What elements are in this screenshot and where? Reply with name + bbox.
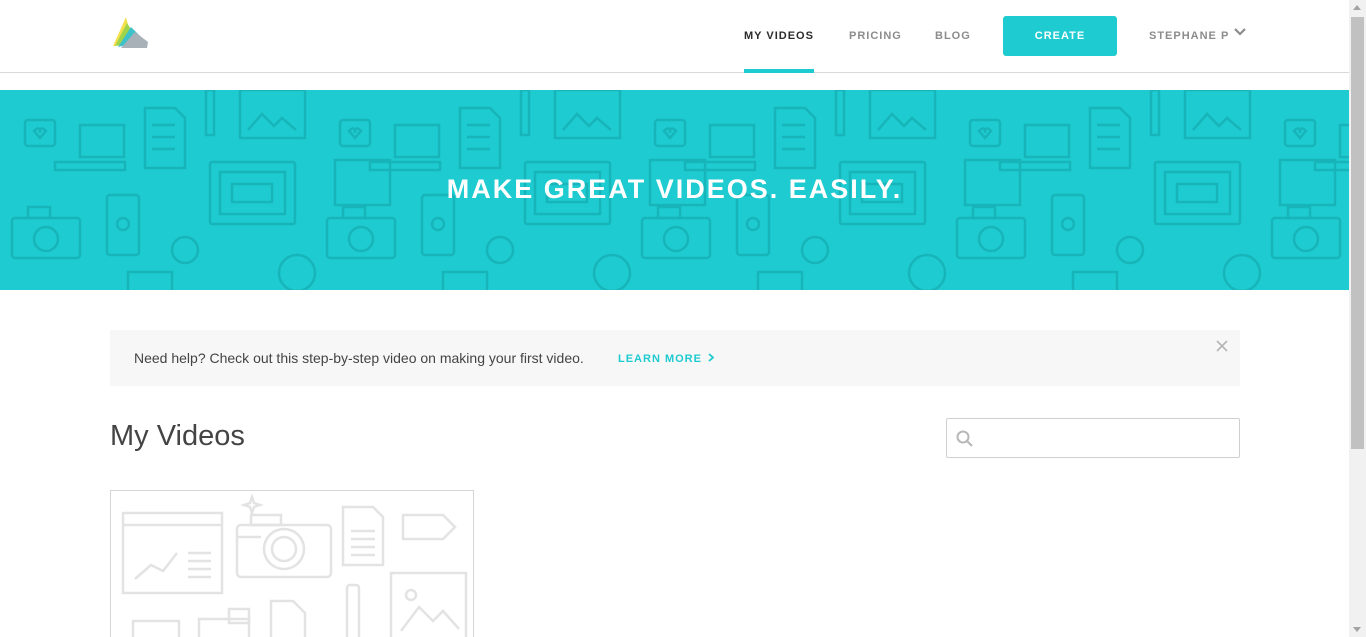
user-menu[interactable]: STEPHANE P <box>1149 0 1247 72</box>
nav-blog[interactable]: BLOG <box>935 0 971 72</box>
learn-more-label: LEARN MORE <box>618 353 702 365</box>
section-title: My Videos <box>110 420 245 452</box>
search-icon <box>956 430 974 453</box>
page: MY VIDEOS PRICING BLOG CREATE STEPHANE P <box>0 0 1349 637</box>
nav-pricing[interactable]: PRICING <box>849 0 902 72</box>
placeholder-illustration <box>121 493 468 637</box>
top-nav-bar: MY VIDEOS PRICING BLOG CREATE STEPHANE P <box>0 0 1349 73</box>
hero-title: MAKE GREAT VIDEOS. EASILY. <box>446 174 903 204</box>
create-video-card[interactable] <box>110 490 474 637</box>
scroll-down-icon[interactable] <box>1353 627 1361 632</box>
scroll-up-icon[interactable] <box>1353 5 1361 10</box>
help-text: Need help? Check out this step-by-step v… <box>134 350 584 366</box>
vertical-scrollbar[interactable] <box>1349 0 1366 637</box>
scrollbar-thumb[interactable] <box>1351 17 1364 449</box>
animoto-logo-icon[interactable] <box>109 14 149 50</box>
nav-my-videos[interactable]: MY VIDEOS <box>744 0 814 73</box>
search-input[interactable] <box>981 419 1233 457</box>
chevron-right-icon <box>708 353 715 365</box>
search-box <box>946 418 1240 458</box>
create-button[interactable]: CREATE <box>1003 16 1117 56</box>
hero-banner: MAKE GREAT VIDEOS. EASILY. <box>0 90 1349 290</box>
chevron-down-icon <box>1233 0 1247 70</box>
learn-more-link[interactable]: LEARN MORE <box>618 353 715 365</box>
close-icon[interactable] <box>1214 338 1230 354</box>
help-banner: Need help? Check out this step-by-step v… <box>110 330 1240 386</box>
user-name: STEPHANE P <box>1149 30 1230 42</box>
